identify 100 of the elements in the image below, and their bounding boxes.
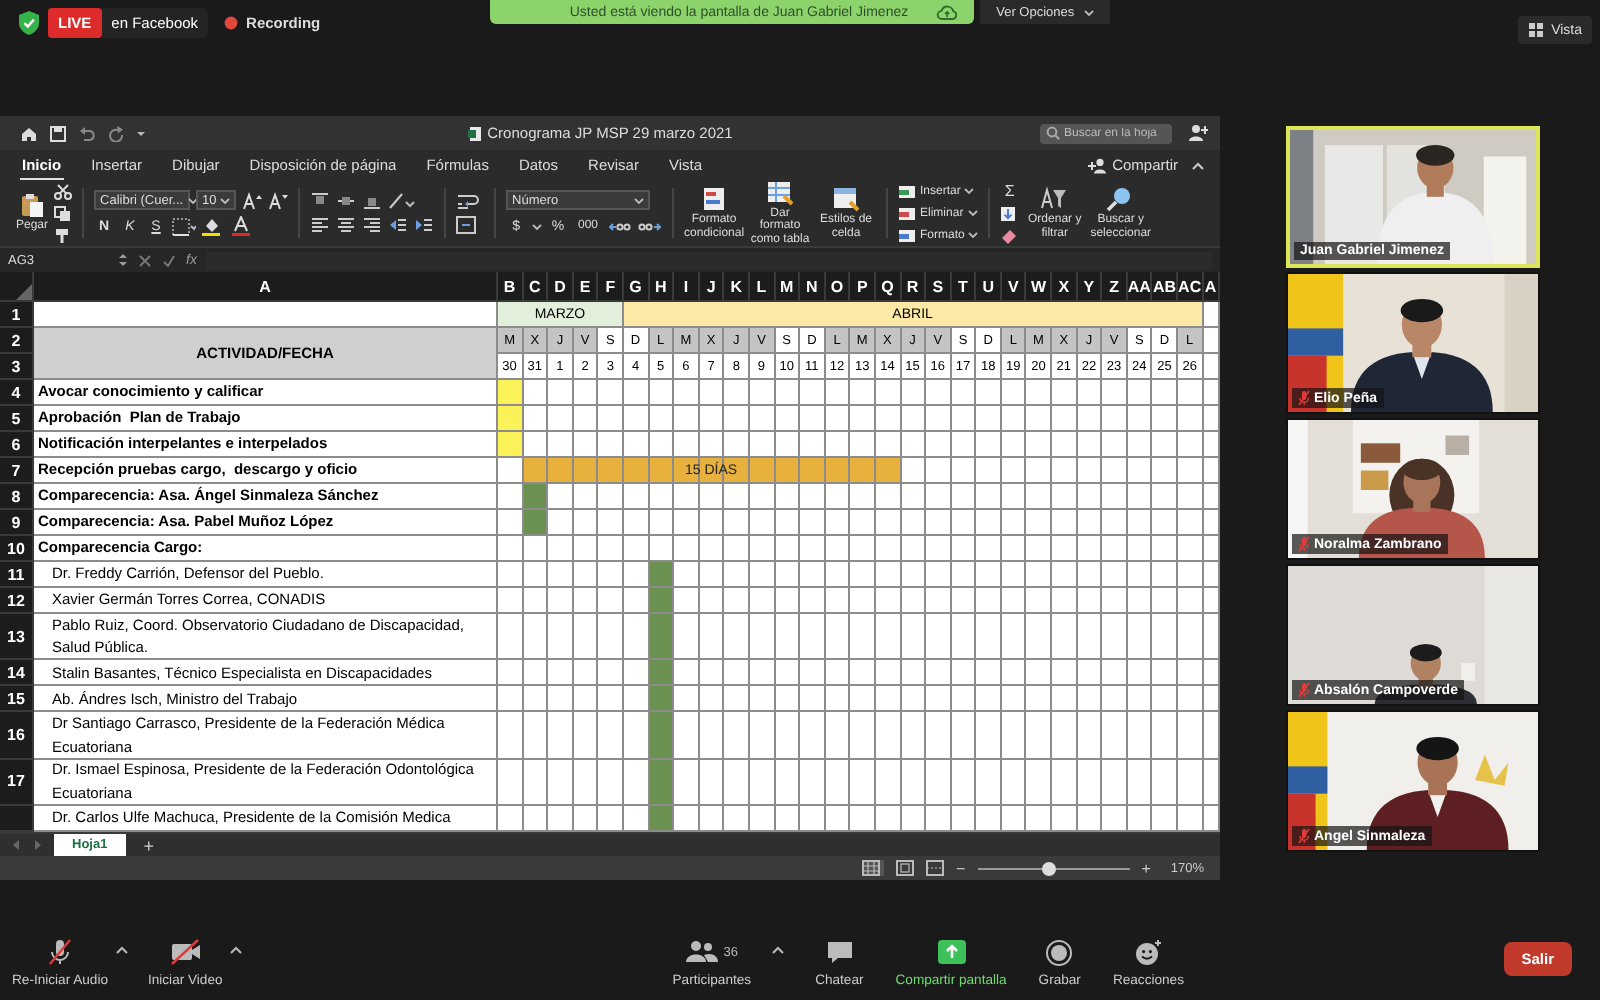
column-header[interactable]: A xyxy=(34,272,498,302)
normal-view-icon[interactable] xyxy=(862,860,885,876)
row-number[interactable]: 3 xyxy=(0,354,34,380)
row-number[interactable]: 9 xyxy=(0,510,34,536)
row-number[interactable]: 17 xyxy=(0,759,34,806)
redo-icon[interactable] xyxy=(108,125,124,141)
caret-icon xyxy=(187,197,198,203)
column-header[interactable]: N xyxy=(800,272,826,302)
page-layout-icon[interactable] xyxy=(896,860,915,876)
add-sheet-button[interactable]: + xyxy=(135,835,162,855)
home-icon[interactable] xyxy=(20,125,38,141)
row-number[interactable]: 14 xyxy=(0,660,34,687)
camera-off-icon xyxy=(169,938,202,966)
wrap-text-icon[interactable] xyxy=(456,192,485,210)
brush-icon[interactable] xyxy=(54,227,73,243)
column-header[interactable]: AA xyxy=(1127,272,1153,302)
page-break-icon[interactable] xyxy=(926,860,945,876)
column-header[interactable]: D xyxy=(548,272,574,302)
decimal-decrease-icon[interactable] xyxy=(638,217,663,235)
column-header[interactable]: Z xyxy=(1102,272,1128,302)
font-shrink-icon[interactable] xyxy=(268,191,289,209)
column-header[interactable]: B xyxy=(498,272,524,302)
row-number[interactable]: 2 xyxy=(0,328,34,354)
column-header[interactable]: O xyxy=(825,272,851,302)
undo-icon[interactable] xyxy=(78,125,96,141)
indent-increase-icon[interactable] xyxy=(414,216,435,234)
collapse-icon[interactable] xyxy=(1192,161,1204,169)
align-right-icon[interactable] xyxy=(362,216,383,234)
column-header[interactable]: H xyxy=(649,272,675,302)
orientation-icon[interactable] xyxy=(388,192,417,210)
stepper-icon[interactable] xyxy=(118,252,128,268)
decimal-increase-icon[interactable] xyxy=(608,217,633,235)
column-header[interactable]: G xyxy=(623,272,650,302)
row-number[interactable]: 1 xyxy=(0,302,34,328)
column-header[interactable]: I xyxy=(674,272,700,302)
cell-styles-icon xyxy=(832,186,861,212)
copy-icon[interactable] xyxy=(54,205,73,221)
row-number[interactable]: 11 xyxy=(0,562,34,588)
row-number[interactable]: 15 xyxy=(0,686,34,713)
enter-icon[interactable] xyxy=(162,253,176,267)
grid-icon xyxy=(1527,22,1544,38)
format-cells-icon xyxy=(898,227,917,243)
save-icon[interactable] xyxy=(50,125,66,141)
column-header[interactable]: V xyxy=(1001,272,1027,302)
sort-filter-icon xyxy=(1040,186,1069,212)
column-header[interactable]: M xyxy=(775,272,801,302)
row-number[interactable]: 10 xyxy=(0,536,34,562)
row-number[interactable]: 12 xyxy=(0,588,34,614)
column-header[interactable]: Y xyxy=(1077,272,1103,302)
autosum-button[interactable]: Σ xyxy=(1000,182,1019,200)
caret-icon xyxy=(220,197,231,203)
row-number[interactable]: 6 xyxy=(0,432,34,458)
eraser-icon[interactable] xyxy=(1000,228,1019,244)
row-number[interactable]: 8 xyxy=(0,484,34,510)
caret-icon[interactable] xyxy=(771,946,784,954)
column-header[interactable]: U xyxy=(976,272,1002,302)
column-header[interactable]: AB xyxy=(1152,272,1179,302)
row-number[interactable]: 7 xyxy=(0,458,34,484)
row-number[interactable]: 4 xyxy=(0,380,34,406)
zoom-out-button[interactable]: − xyxy=(956,859,966,877)
share-screen-icon xyxy=(937,940,966,964)
caret-icon[interactable] xyxy=(115,946,128,954)
search-icon xyxy=(1046,126,1060,140)
align-top-icon[interactable] xyxy=(310,192,331,210)
muted-mic-icon xyxy=(47,938,72,966)
row-number[interactable]: 5 xyxy=(0,406,34,432)
fill-down-icon[interactable] xyxy=(1000,206,1019,222)
column-header[interactable]: E xyxy=(573,272,599,302)
column-header[interactable]: W xyxy=(1026,272,1053,302)
row-number[interactable]: 13 xyxy=(0,614,34,661)
align-center-icon[interactable] xyxy=(336,216,357,234)
font-grow-icon[interactable] xyxy=(242,191,263,209)
column-header[interactable]: J xyxy=(699,272,725,302)
zoom-slider[interactable] xyxy=(977,861,1130,875)
align-left-icon[interactable] xyxy=(310,216,331,234)
border-icon[interactable] xyxy=(172,217,197,235)
row-number[interactable]: 16 xyxy=(0,712,34,760)
caret-icon[interactable] xyxy=(230,946,243,954)
column-header[interactable]: S xyxy=(926,272,952,302)
cancel-icon[interactable] xyxy=(138,253,152,267)
column-header[interactable]: T xyxy=(951,272,977,302)
indent-decrease-icon[interactable] xyxy=(388,216,409,234)
more-icon[interactable] xyxy=(136,129,146,137)
align-middle-icon[interactable] xyxy=(336,192,357,210)
zoom-in-button[interactable]: + xyxy=(1141,859,1151,877)
column-header[interactable]: P xyxy=(850,272,876,302)
column-header[interactable]: F xyxy=(598,272,624,302)
column-header[interactable]: L xyxy=(749,272,776,302)
cloud-icon xyxy=(936,4,959,20)
column-header[interactable]: X xyxy=(1052,272,1078,302)
share-person-icon[interactable] xyxy=(1188,124,1208,142)
caret-icon[interactable] xyxy=(532,223,543,229)
align-bottom-icon[interactable] xyxy=(362,192,383,210)
formula-field[interactable] xyxy=(206,251,1212,269)
column-header[interactable]: Q xyxy=(875,272,901,302)
scissors-icon[interactable] xyxy=(54,183,73,199)
column-header[interactable]: C xyxy=(523,272,549,302)
column-header[interactable]: R xyxy=(901,272,927,302)
column-header[interactable]: AC xyxy=(1178,272,1204,302)
column-header[interactable]: K xyxy=(724,272,750,302)
